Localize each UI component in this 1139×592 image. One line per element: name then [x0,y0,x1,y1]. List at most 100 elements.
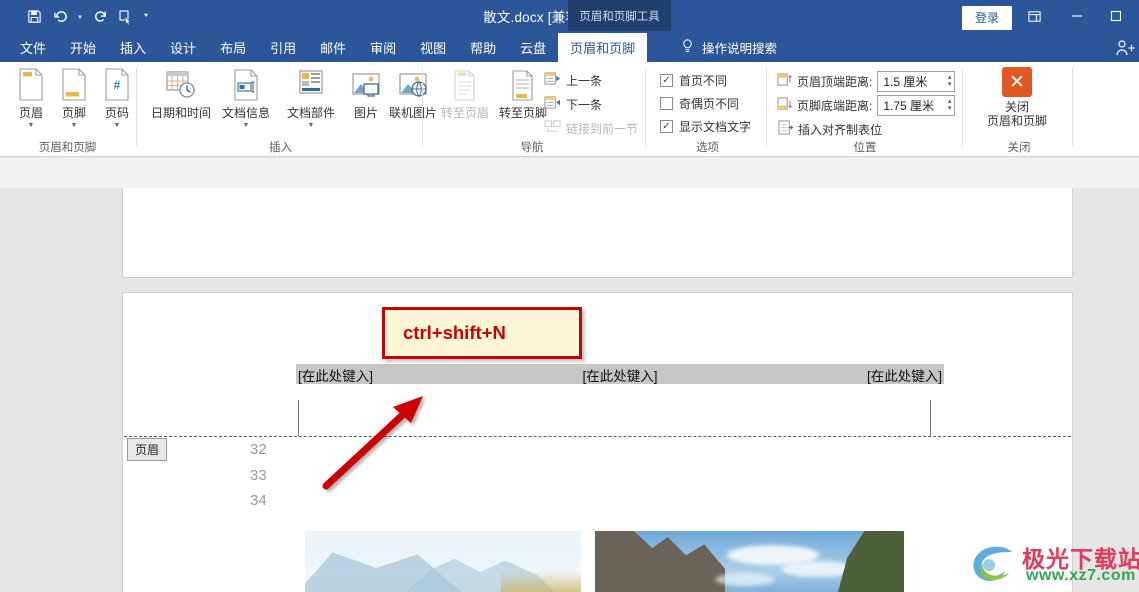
picture-icon [351,67,381,101]
date-time-button-label: 日期和时间 [150,106,211,120]
group-divider [645,68,646,146]
link-to-previous-button[interactable]: 链接到前一节 [544,119,638,137]
group-divider [962,68,963,146]
tab-help[interactable]: 帮助 [458,33,508,62]
header-section-mark-right [930,400,931,436]
line-number: 34 [250,492,267,509]
footer-from-bottom-input[interactable]: 1.75 厘米 ▴ ▾ [877,95,956,116]
minimize-window-button[interactable] [1062,3,1092,29]
tab-header-footer[interactable]: 页眉和页脚 [558,33,648,62]
chevron-down-icon[interactable]: ▼ [71,122,78,130]
chevron-down-icon[interactable]: ▼ [243,122,250,130]
document-image-mountains-blue-sky[interactable] [595,531,904,592]
goto-footer-icon [510,67,536,101]
header-boundary-dashed-line [124,436,1071,437]
close-button-label-line1: 关闭 [1004,100,1029,114]
checkbox-unchecked-icon [660,97,673,110]
ribbon-display-options-icon[interactable] [1019,3,1049,29]
different-odd-even-checkbox[interactable]: 奇偶页不同 [660,95,739,112]
footer-from-bottom-icon [777,97,792,114]
different-odd-even-label: 奇偶页不同 [679,97,740,111]
tab-review[interactable]: 审阅 [358,33,408,62]
tab-insert[interactable]: 插入 [108,33,158,62]
ribbon-group-label-options: 选项 [696,142,719,154]
close-header-footer-button[interactable]: ✕ 关闭 页眉和页脚 [978,67,1056,128]
document-info-button-label: 文档信息 [221,106,270,120]
footer-button-label: 页脚 [61,106,86,120]
document-info-button[interactable]: 文档信息 ▼ [211,67,281,130]
spinner-arrows-icon[interactable]: ▴ ▾ [948,74,952,88]
chevron-down-icon[interactable]: ▼ [308,122,315,130]
ribbon: 页眉 ▼ 页脚 ▼ # 页码 ▼ 页眉和页脚 日期和时间 文档信息 ▼ 文档部件… [0,62,1139,157]
annotation-callout: ctrl+shift+N [382,307,582,359]
share-person-icon[interactable] [1115,38,1135,62]
document-parts-icon [298,67,324,101]
footer-from-bottom-value: 1.75 厘米 [883,99,935,113]
horizontal-ruler[interactable]: L |10||8||6||4||2|| ||2||4||6||8||10||12… [0,158,1139,347]
page-number-button-label: 页码 [104,106,129,120]
document-parts-button-label: 文档部件 [286,106,335,120]
document-page-previous[interactable] [123,188,1072,277]
header-button-label: 页眉 [18,106,43,120]
tab-home[interactable]: 开始 [58,33,108,62]
tab-cloud-disk[interactable]: 云盘 [508,33,558,62]
different-first-page-checkbox[interactable]: ✓ 首页不同 [660,72,727,89]
header-from-top-value: 1.5 厘米 [883,75,928,89]
ribbon-group-options: ✓ 首页不同 奇偶页不同 ✓ 显示文档文字 选项 [650,62,765,157]
footer-page-icon [60,67,88,101]
header-from-top-input[interactable]: 1.5 厘米 ▴ ▾ [877,71,956,92]
maximize-window-button[interactable] [1101,3,1131,29]
ribbon-group-label-close: 关闭 [1007,142,1031,154]
link-to-previous-label: 链接到前一节 [566,121,639,136]
ribbon-group-insert: 日期和时间 文档信息 ▼ 文档部件 ▼ 图片 联机图片 插入 [140,62,437,157]
foreground-grass [501,570,581,592]
forested-slope-shape [838,531,904,592]
footer-from-bottom-label: 页脚底端距离: [797,99,873,113]
chevron-down-icon[interactable]: ▼ [28,122,35,130]
insert-alignment-tab-label: 插入对齐制表位 [798,122,883,137]
tab-file[interactable]: 文件 [8,33,58,62]
chevron-down-icon[interactable]: ▼ [114,122,121,130]
insert-alignment-tab-button[interactable]: 插入对齐制表位 [778,120,882,138]
checkbox-checked-icon: ✓ [660,74,673,87]
goto-header-button-label: 转至页眉 [440,106,489,120]
previous-section-button[interactable]: 上一条 [544,71,602,89]
header-from-top-row: 页眉顶端距离: 1.5 厘米 ▴ ▾ [777,71,956,92]
annotation-arrow-icon [322,396,423,490]
checkbox-checked-icon: ✓ [660,120,673,133]
header-placeholder-left[interactable]: [在此处键入] [298,365,373,385]
next-section-button[interactable]: 下一条 [544,95,602,113]
tab-layout[interactable]: 布局 [208,33,258,62]
sign-in-button[interactable]: 登录 [961,6,1012,30]
line-number: 33 [250,467,267,484]
cloud-shape [715,573,775,586]
header-placeholder-right[interactable]: [在此处键入] [867,365,942,385]
header-placeholder-center[interactable]: [在此处键入] [582,365,657,385]
spinner-arrows-icon[interactable]: ▴ ▾ [948,98,952,112]
tell-me-search[interactable]: 操作说明搜索 [680,33,777,62]
group-divider [422,68,423,146]
document-parts-button[interactable]: 文档部件 ▼ [276,67,346,130]
tab-mailings[interactable]: 邮件 [308,33,358,62]
different-first-page-label: 首页不同 [679,74,728,88]
document-image-mountains-misty[interactable] [305,531,581,592]
group-divider [136,68,137,146]
tab-design[interactable]: 设计 [158,33,208,62]
tab-view[interactable]: 视图 [408,33,458,62]
page-number-icon: # [103,67,131,101]
line-number: 32 [250,441,267,458]
show-document-text-checkbox[interactable]: ✓ 显示文档文字 [660,118,751,135]
tab-references[interactable]: 引用 [258,33,308,62]
ribbon-group-close: ✕ 关闭 页眉和页脚 关闭 [966,62,1072,157]
link-to-previous-icon [544,119,561,137]
ribbon-group-position: 页眉顶端距离: 1.5 厘米 ▴ ▾ 页脚底端距离: 1.75 厘米 ▴ ▾ 插入对… [770,62,960,157]
group-divider [1072,68,1073,146]
ribbon-tabs: 文件 开始 插入 设计 布局 引用 邮件 审阅 视图 帮助 云盘 页眉和页脚 [8,33,648,62]
date-time-button[interactable]: 日期和时间 [146,67,216,121]
close-red-x-icon: ✕ [1002,67,1032,97]
ribbon-group-label-position: 位置 [853,142,877,154]
ribbon-group-label-header-footer: 页眉和页脚 [38,142,97,154]
previous-section-label: 上一条 [566,73,603,88]
insert-alignment-tab-icon [778,120,794,138]
header-placeholder-band[interactable]: [在此处键入] [在此处键入] [在此处键入] [296,364,944,384]
